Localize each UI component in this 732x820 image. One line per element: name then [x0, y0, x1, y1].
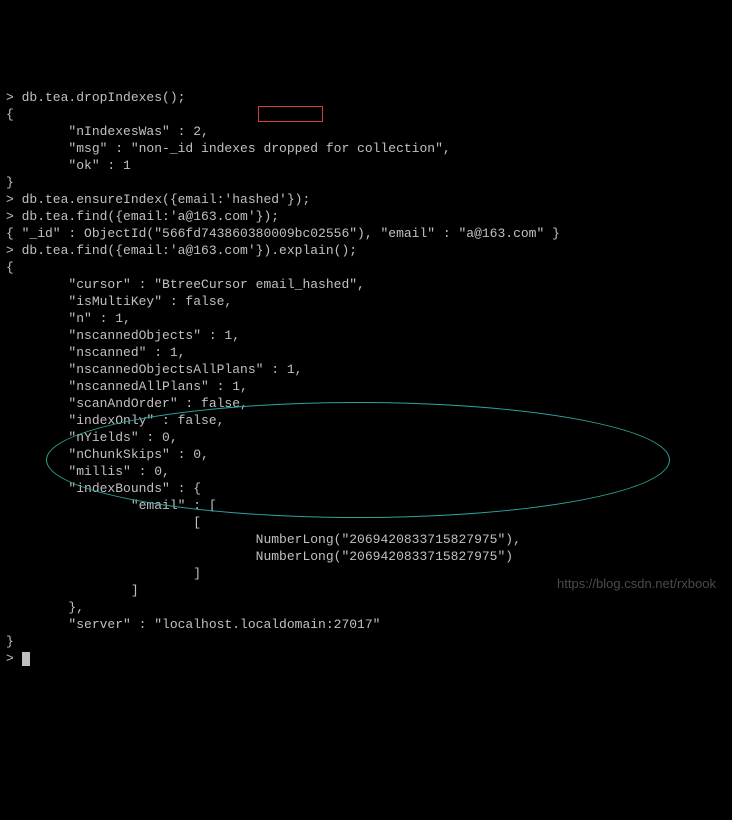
line: { "_id" : ObjectId("566fd743860380009bc0… — [6, 226, 560, 241]
line: } — [6, 175, 14, 190]
line: "isMultiKey" : false, — [6, 294, 232, 309]
line: "indexBounds" : { — [6, 481, 201, 496]
line: "nscannedObjects" : 1, — [6, 328, 240, 343]
line: > db.tea.dropIndexes(); — [6, 90, 185, 105]
line: "msg" : "non-_id indexes dropped for col… — [6, 141, 451, 156]
line: { — [6, 260, 14, 275]
line: "nscanned" : 1, — [6, 345, 185, 360]
prompt-line[interactable]: > — [6, 651, 22, 666]
line: "ok" : 1 — [6, 158, 131, 173]
line: ] — [6, 583, 139, 598]
line: "email" : [ — [6, 498, 217, 513]
line: "nYields" : 0, — [6, 430, 178, 445]
line: [ — [6, 515, 201, 530]
line: "nIndexesWas" : 2, — [6, 124, 209, 139]
line: "n" : 1, — [6, 311, 131, 326]
line: } — [6, 634, 14, 649]
line: "millis" : 0, — [6, 464, 170, 479]
line: "cursor" : "BtreeCursor email_hashed", — [6, 277, 365, 292]
line: > db.tea.ensureIndex({email:'hashed'}); — [6, 192, 310, 207]
line: "nscannedAllPlans" : 1, — [6, 379, 248, 394]
line: "indexOnly" : false, — [6, 413, 224, 428]
line: "nChunkSkips" : 0, — [6, 447, 209, 462]
line: { — [6, 107, 14, 122]
watermark-text: https://blog.csdn.net/rxbook — [557, 575, 716, 592]
line: NumberLong("2069420833715827975"), — [6, 532, 521, 547]
line: }, — [6, 600, 84, 615]
line: "nscannedObjectsAllPlans" : 1, — [6, 362, 302, 377]
line: "server" : "localhost.localdomain:27017" — [6, 617, 380, 632]
line: > db.tea.find({email:'a@163.com'}); — [6, 209, 279, 224]
cursor — [22, 652, 30, 666]
line: ] — [6, 566, 201, 581]
line: "scanAndOrder" : false, — [6, 396, 248, 411]
line: NumberLong("2069420833715827975") — [6, 549, 513, 564]
line: > db.tea.find({email:'a@163.com'}).expla… — [6, 243, 357, 258]
